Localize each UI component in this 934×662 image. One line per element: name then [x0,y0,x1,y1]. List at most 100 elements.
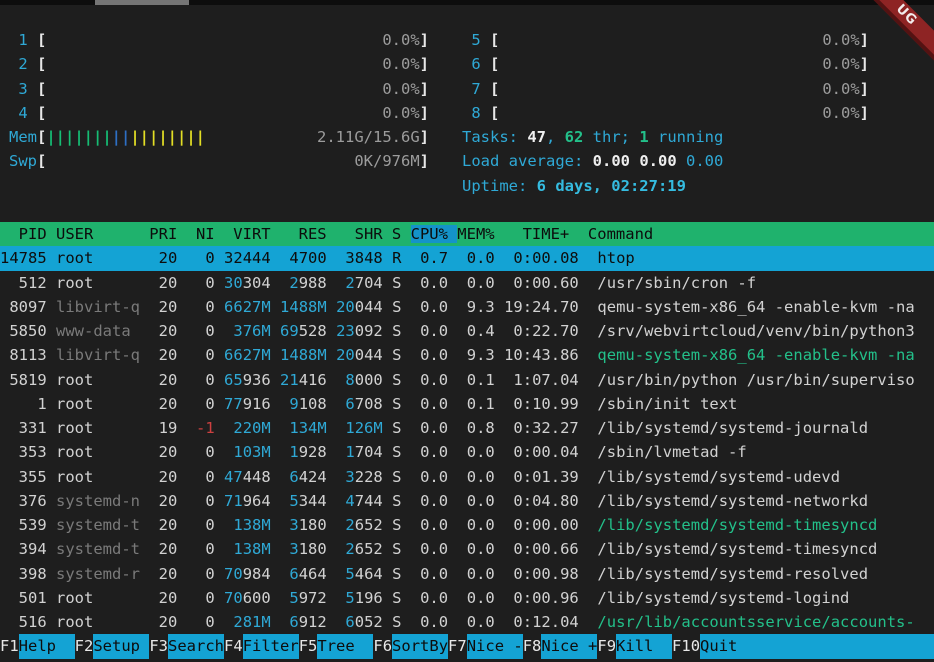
meter-value: 0.0% [822,101,859,125]
fkey-f6[interactable]: F6 [373,634,392,658]
meter-label: 3 [9,77,37,101]
fkey-f10-label[interactable]: Quit [700,634,737,658]
user-cell: systemd-n [56,492,140,510]
mem-value-high: 3 [336,468,355,486]
fkey-f9[interactable]: F9 [597,634,616,658]
fkey-f8-label[interactable]: Nice + [541,634,597,658]
time-cell: 0:04.80 [495,492,579,510]
fkey-f7-label[interactable]: Nice - [467,634,523,658]
process-row[interactable]: 1 root 20 0 77916 9108 6708 S 0.0 0.1 0:… [0,392,934,416]
process-table-header[interactable]: PID USER PRI NI VIRT RES SHR S CPU% MEM%… [0,222,934,246]
meter-bar: 0K/976M [46,149,419,173]
process-row[interactable]: 353 root 20 0 103M 1928 1704 S 0.0 0.0 0… [0,440,934,464]
text [327,371,336,389]
text [215,540,224,558]
meter-spacer [46,52,382,76]
pri-cell: 20 [140,298,177,316]
process-row[interactable]: 8097 libvirt-q 20 0 6627M 1488M 20044 S … [0,295,934,319]
process-row[interactable]: 14785 root 20 0 32444 4700 3848 R 0.7 0.… [0,246,934,270]
fkey-f8[interactable]: F8 [523,634,542,658]
text [215,346,224,364]
scrollbar-thumb[interactable] [95,0,189,5]
cpu-pct-cell: 0.0 [401,274,448,292]
meter-label: 7 [462,77,490,101]
meter-open-bracket: [ [490,77,499,101]
meter-spacer [499,28,822,52]
process-row[interactable]: 355 root 20 0 47448 6424 3228 S 0.0 0.0 … [0,465,934,489]
state-cell: S [383,589,402,607]
fkey-f7[interactable]: F7 [448,634,467,658]
process-row[interactable]: 512 root 20 0 30304 2988 2704 S 0.0 0.0 … [0,271,934,295]
fkey-f2[interactable]: F2 [75,634,94,658]
fkey-f5-label[interactable]: Tree [317,634,373,658]
mem-value-low: 228 [355,468,383,486]
mem-value-low: 936 [243,371,271,389]
fkey-f5[interactable]: F5 [299,634,318,658]
user-cell: root [56,371,140,389]
meter-open-bracket: [ [37,28,46,52]
process-row[interactable]: 394 systemd-t 20 0 138M 3180 2652 S 0.0 … [0,537,934,561]
meter-value: 2.11G/15.6G [317,125,420,149]
uptime-line: Uptime: 6 days, 02:27:19 [462,174,925,198]
sort-column-header-cpu[interactable]: CPU% [411,225,458,243]
user-cell: root [56,613,140,631]
mem-value-low: 092 [355,322,383,340]
pri-cell: 20 [140,249,177,267]
process-row[interactable]: 331 root 19 -1 220M 134M 126M S 0.0 0.8 … [0,416,934,440]
process-row[interactable]: 5819 root 20 0 65936 21416 8000 S 0.0 0.… [0,368,934,392]
text [215,613,224,631]
fkey-f4[interactable]: F4 [224,634,243,658]
process-row[interactable]: 539 systemd-t 20 0 138M 3180 2652 S 0.0 … [0,513,934,537]
process-row[interactable]: 516 root 20 0 281M 6912 6052 S 0.0 0.0 0… [0,610,934,634]
text [271,492,280,510]
mem-value: 103M [224,443,271,461]
text [177,298,186,316]
meter-label: 1 [9,28,37,52]
state-cell: S [383,443,402,461]
pid-cell: 398 [0,565,47,583]
command-cell: /lib/systemd/systemd-timesyncd [579,540,878,558]
mem-value-high: 4 [280,249,299,267]
mem-buffers-bars: || [112,128,131,146]
cpu-pct-cell: 0.0 [401,322,448,340]
fkey-f3[interactable]: F3 [149,634,168,658]
process-row[interactable]: 376 systemd-n 20 0 71964 5344 4744 S 0.0… [0,489,934,513]
cpu-pct-cell: 0.7 [401,249,448,267]
mem-value-low: 652 [355,516,383,534]
process-row[interactable]: 501 root 20 0 70600 5972 5196 S 0.0 0.0 … [0,586,934,610]
fkey-f3-label[interactable]: Search [168,634,224,658]
fkey-f6-label[interactable]: SortBy [392,634,448,658]
text [271,589,280,607]
text [177,395,186,413]
process-row[interactable]: 8113 libvirt-q 20 0 6627M 1488M 20044 S … [0,343,934,367]
meter-spacer [499,77,822,101]
mem-value-low: 704 [355,274,383,292]
mem-pct-cell: 0.8 [448,419,495,437]
cpu-pct-cell: 0.0 [401,419,448,437]
process-row[interactable]: 5850 www-data 20 0 376M 69528 23092 S 0.… [0,319,934,343]
memory-usage-bars: ||||||||||||||||| [46,125,205,149]
meter-spacer [46,77,382,101]
fkey-f2-label[interactable]: Setup [93,634,149,658]
pri-cell: 19 [140,419,177,437]
meter-bar: 0.0% [499,52,859,76]
process-row[interactable]: 398 systemd-r 20 0 70984 6464 5464 S 0.0… [0,562,934,586]
text [271,565,280,583]
meter-open-bracket: [ [37,77,46,101]
command-cell: /sbin/init text [579,395,738,413]
fkey-f1[interactable]: F1 [0,634,19,658]
uptime-line-segment: 6 days, 02:27:19 [537,177,686,195]
text [47,443,56,461]
meter-value: 0.0% [822,52,859,76]
fkey-f1-label[interactable]: Help [19,634,75,658]
user-cell: systemd-t [56,540,140,558]
fkey-f10[interactable]: F10 [672,634,700,658]
meter-label: 5 [462,28,490,52]
cpu-meter-5: 5 [0.0%] [462,28,869,52]
text [215,589,224,607]
fkey-f9-label[interactable]: Kill [616,634,672,658]
fkey-f4-label[interactable]: Filter [243,634,299,658]
state-cell: S [383,468,402,486]
mem-value-low: 044 [355,346,383,364]
meter-value: 0.0% [822,28,859,52]
